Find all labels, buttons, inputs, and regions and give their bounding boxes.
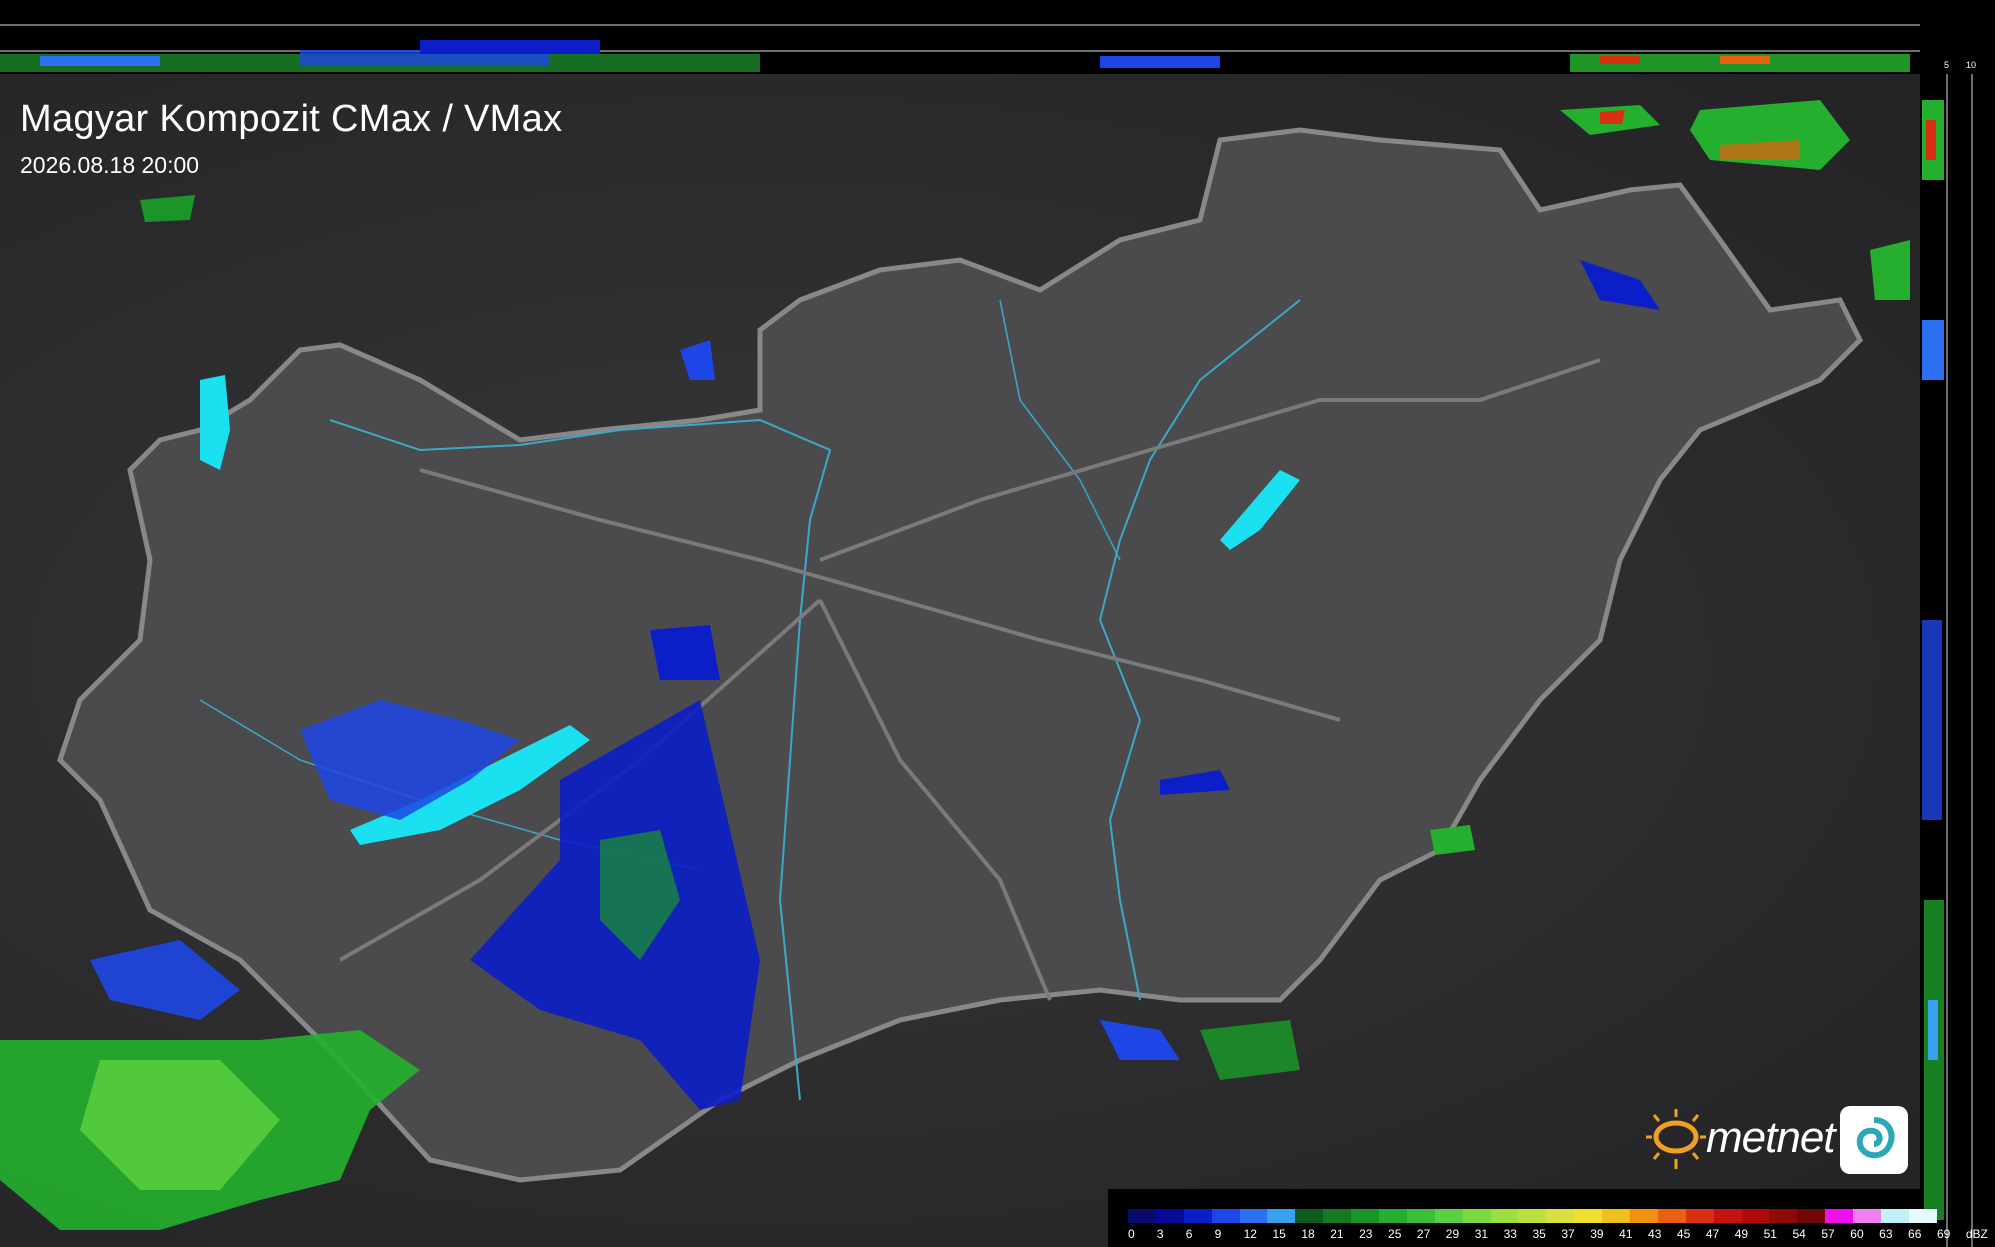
legend-value: 12 [1243,1227,1257,1241]
legend-value: 43 [1648,1227,1662,1241]
legend-value: 51 [1763,1227,1777,1241]
legend-value: 25 [1388,1227,1402,1241]
radar-echo [1100,1020,1180,1060]
legend-swatch [1741,1209,1770,1223]
legend-swatch [1685,1209,1714,1223]
radar-echo [90,940,240,1020]
legend-swatch [1769,1209,1798,1223]
radar-echo [1430,825,1475,855]
legend-swatch [1155,1209,1184,1223]
legend-value: 27 [1416,1227,1431,1241]
swirl-icon [1840,1106,1908,1174]
legend-value: 41 [1619,1227,1633,1241]
radar-echo [140,195,195,222]
legend-value: 31 [1474,1227,1489,1241]
legend-swatch [1379,1209,1407,1223]
vertical-profile-right-strip: 5 10 [1920,0,1995,1247]
legend-value: 33 [1503,1227,1517,1241]
legend-value: 63 [1879,1227,1893,1241]
radar-echo [1200,1020,1300,1080]
scale-label: 5 [1944,60,1950,70]
legend-value: 47 [1705,1227,1720,1241]
legend-unit: dBZ [1965,1227,1988,1241]
legend-swatch [1490,1209,1519,1223]
legend-value: 23 [1359,1227,1373,1241]
country-border [57,127,1864,1183]
legend-value: 66 [1908,1227,1922,1241]
legend-value: 60 [1850,1227,1864,1241]
legend-swatch [1546,1209,1575,1223]
radar-echo [680,340,715,380]
legend-swatch [1323,1209,1352,1223]
legend-value: 45 [1676,1227,1691,1241]
radar-echo [1870,240,1910,300]
legend-value: 35 [1532,1227,1546,1241]
legend-value: 39 [1590,1227,1604,1241]
logo-text: metnet [1706,1113,1836,1162]
legend-value: 37 [1561,1227,1575,1241]
legend-swatch [1351,1209,1380,1223]
radar-map[interactable]: Magyar Kompozit CMax / VMax 2026.08.18 2… [0,74,1920,1247]
legend-swatch [1183,1209,1212,1223]
legend-value: 69 [1936,1227,1951,1241]
legend-value: 6 [1185,1227,1193,1241]
scale-label: 10 [1966,60,1977,70]
legend-labels: 0 3 6 9 12 15 18 21 23 25 27 29 31 33 35 37 39 41 43 45 47 49… [1128,1227,1995,1241]
legend-value: 18 [1301,1227,1315,1241]
legend-swatch [1853,1209,1882,1223]
legend-value: 49 [1734,1227,1749,1241]
legend-swatch [1128,1209,1156,1223]
legend-value: 54 [1792,1227,1806,1241]
map-title: Magyar Kompozit CMax / VMax [20,98,563,140]
legend-swatch [1462,1209,1491,1223]
legend-value: 9 [1214,1227,1222,1241]
legend-value: 3 [1156,1227,1164,1241]
legend-swatch [1211,1209,1240,1223]
legend-swatch [1434,1209,1463,1223]
legend-swatch [1908,1209,1937,1223]
legend-color-bar [1128,1209,1937,1223]
sun-icon [1646,1109,1706,1169]
legend-value: 15 [1272,1227,1286,1241]
radar-echo [650,625,720,680]
legend-swatch [1406,1209,1435,1223]
legend-swatch [1825,1209,1854,1223]
legend-swatch [1602,1209,1631,1223]
legend-value: 21 [1330,1227,1344,1241]
dbz-legend: 0 3 6 9 12 15 18 21 23 25 27 29 31 33 35 37 39 41 43 45 47 49… [1108,1189,1988,1247]
legend-swatch [1574,1209,1603,1223]
legend-swatch [1797,1209,1826,1223]
metnet-logo: metnet [1636,1103,1914,1179]
legend-swatch [1239,1209,1268,1223]
legend-swatch [1657,1209,1686,1223]
legend-value: 0 [1128,1227,1135,1241]
legend-swatch [1630,1209,1658,1223]
map-timestamp: 2026.08.18 20:00 [20,152,200,178]
legend-value: 29 [1445,1227,1460,1241]
legend-swatch [1267,1209,1296,1223]
legend-swatch [1713,1209,1742,1223]
legend-swatch [1881,1209,1909,1223]
radar-echo [1600,110,1625,124]
legend-swatch [1295,1209,1324,1223]
vertical-profile-top-strip: 10 5 [0,0,1935,74]
legend-value: 57 [1821,1227,1835,1241]
legend-swatch [1518,1209,1547,1223]
